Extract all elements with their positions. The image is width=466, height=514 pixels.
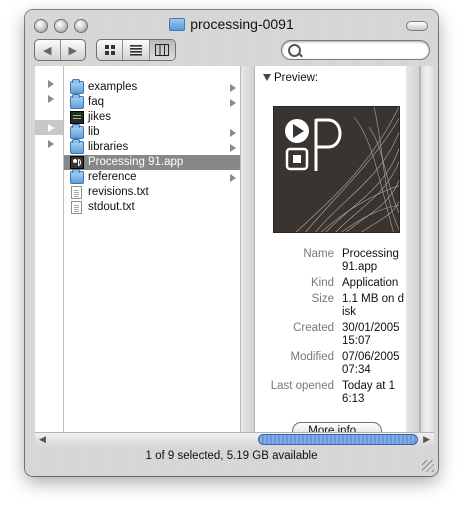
- toolbar-toggle-button[interactable]: [406, 21, 428, 31]
- horizontal-scrollbar[interactable]: ◀ ▶: [35, 432, 434, 447]
- scroll-left-icon[interactable]: ◀: [39, 434, 46, 445]
- forward-button[interactable]: ▶: [61, 40, 86, 60]
- back-button[interactable]: ◀: [35, 40, 61, 60]
- disclosure-triangle-icon: [263, 74, 271, 81]
- vertical-scrollbar[interactable]: [420, 66, 434, 432]
- back-arrow-icon: ◀: [43, 44, 52, 57]
- search-icon: [288, 44, 301, 57]
- expand-arrow-icon: [230, 174, 236, 182]
- executable-icon: [70, 111, 84, 124]
- back-forward-control: ◀ ▶: [34, 39, 86, 61]
- info-key: Size: [311, 293, 334, 305]
- column-resize-bar[interactable]: [406, 66, 420, 432]
- icon-view-button[interactable]: [97, 40, 124, 60]
- folder-icon: [169, 18, 186, 31]
- column-resize-bar[interactable]: [241, 66, 255, 432]
- preview-column: Preview: Name Processing 91.app Kind App…: [255, 66, 420, 440]
- list-item[interactable]: revisions.txt: [64, 185, 240, 200]
- list-item[interactable]: stdout.txt: [64, 200, 240, 215]
- resize-grip-icon[interactable]: [422, 460, 434, 472]
- icon-grid-icon: [104, 45, 115, 55]
- list-item[interactable]: jikes: [64, 110, 240, 125]
- info-value: Processing 91.app: [342, 248, 399, 273]
- document-icon: [71, 201, 82, 214]
- search-field[interactable]: [281, 40, 430, 60]
- info-key: Modified: [290, 351, 334, 363]
- folder-icon: [70, 169, 84, 184]
- scroll-thumb[interactable]: [258, 434, 418, 445]
- list-lines-icon: [129, 45, 142, 56]
- folder-icon: [70, 79, 84, 94]
- list-item[interactable]: reference: [64, 169, 240, 185]
- expand-arrow-icon: [230, 84, 236, 92]
- expand-arrow-icon: [48, 140, 54, 148]
- list-item-label: Processing 91.app: [88, 156, 184, 168]
- info-value: 1.1 MB on disk: [342, 293, 405, 318]
- expand-arrow-icon: [230, 144, 236, 152]
- browser-column-2: examples faq jikes lib libraries Processing 9…: [64, 66, 241, 432]
- list-item[interactable]: libraries: [64, 139, 240, 155]
- list-item[interactable]: examples: [64, 79, 240, 95]
- info-key: Name: [303, 248, 334, 260]
- column-view-button[interactable]: [149, 40, 175, 60]
- list-item-label: faq: [88, 96, 104, 108]
- processing-logo-icon: [285, 107, 399, 232]
- expand-arrow-icon: [230, 99, 236, 107]
- info-value: 30/01/2005 15:07: [342, 322, 400, 347]
- forward-arrow-icon: ▶: [68, 44, 77, 57]
- expand-arrow-icon: [230, 129, 236, 137]
- list-item-label: lib: [88, 126, 100, 138]
- preview-heading[interactable]: Preview:: [263, 72, 318, 84]
- list-item-label: examples: [88, 81, 138, 93]
- folder-icon: [70, 124, 84, 139]
- info-value: Today at 16:13: [342, 380, 396, 405]
- document-icon: [71, 186, 82, 199]
- list-item-label: jikes: [88, 111, 112, 123]
- list-item[interactable]: lib: [64, 124, 240, 140]
- window-title: processing-0091: [25, 16, 438, 36]
- status-bar: 1 of 9 selected, 5.19 GB available: [145, 450, 318, 462]
- list-item[interactable]: Processing 91.app: [64, 155, 240, 170]
- list-item[interactable]: faq: [64, 94, 240, 110]
- list-item-label: stdout.txt: [88, 201, 135, 213]
- finder-window: processing-0091 ◀ ▶ examples faq jikes lib l…: [25, 10, 438, 476]
- list-view-button[interactable]: [123, 40, 150, 60]
- scroll-right-icon[interactable]: ▶: [423, 434, 430, 445]
- expand-arrow-icon: [48, 95, 54, 103]
- expand-arrow-icon: [48, 124, 54, 132]
- list-item-label: revisions.txt: [88, 186, 149, 198]
- expand-arrow-icon: [48, 80, 54, 88]
- app-icon: [70, 156, 84, 169]
- folder-icon: [70, 94, 84, 109]
- browser-column-1[interactable]: [35, 66, 64, 432]
- info-key: Kind: [310, 277, 334, 289]
- info-key: Last opened: [270, 380, 334, 392]
- info-value: 07/06/2005 07:34: [342, 351, 400, 376]
- list-item-label: libraries: [88, 141, 129, 153]
- list-item-label: reference: [88, 171, 137, 183]
- app-preview-image: [273, 106, 400, 233]
- info-value: Application: [342, 277, 399, 289]
- info-key: Created: [293, 322, 334, 334]
- columns-icon: [155, 44, 170, 56]
- view-mode-control: [96, 39, 176, 61]
- folder-icon: [70, 139, 84, 154]
